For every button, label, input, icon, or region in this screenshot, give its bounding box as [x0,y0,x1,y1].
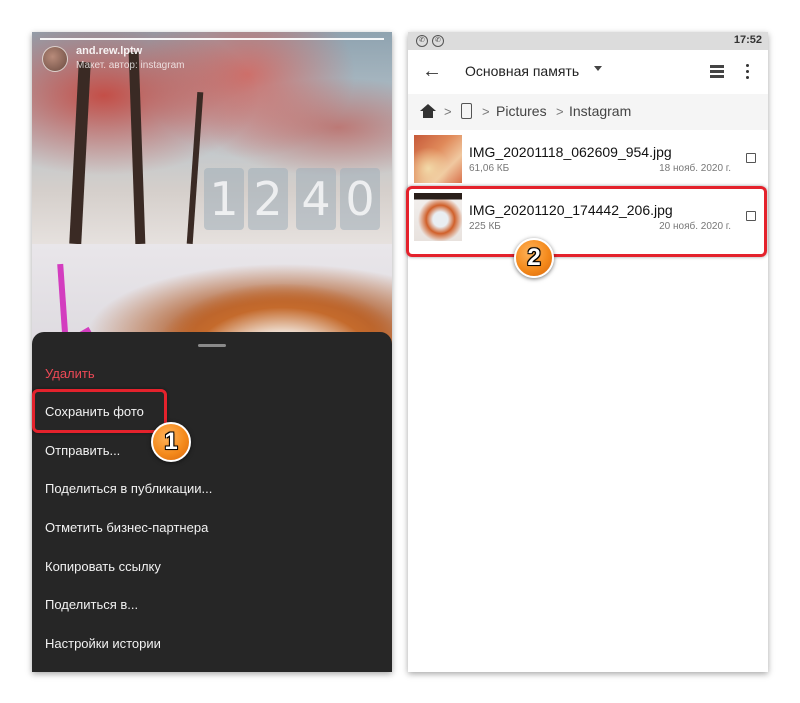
breadcrumb-pictures[interactable]: Pictures [496,103,547,119]
menu-item-story-settings[interactable]: Настройки истории [45,634,161,654]
file-manager-screen: ✆ ✆ 17:52 ← Основная память > > Pictures… [408,32,768,672]
menu-item-share-to[interactable]: Поделиться в... [45,595,138,615]
breadcrumb-instagram[interactable]: Instagram [569,103,631,119]
story-image-bottom [32,244,392,364]
tree-trunk [128,51,146,245]
caret-down-icon[interactable] [594,66,602,71]
clock-digit: 1 [204,168,244,230]
tree-trunk [186,91,204,245]
list-view-icon[interactable] [710,65,724,79]
clock-digit: 0 [340,168,380,230]
instagram-story-screen: and.rew.lptw Макет. автор: instagram 1 2… [32,32,392,672]
file-row[interactable]: IMG_20201118_062609_954.jpg 61,06 КБ 18 … [408,131,768,189]
viber-icon: ✆ [432,35,444,47]
tree-trunk [69,61,91,245]
breadcrumb: > > Pictures > Instagram [408,94,768,130]
phone-storage-icon[interactable] [461,103,472,119]
file-size: 61,06 КБ [469,163,510,174]
avatar[interactable] [42,46,68,72]
highlight-saved-file [406,186,767,257]
highlight-save-photo [32,389,167,433]
story-options-sheet: Удалить Сохранить фото Отправить... Поде… [32,332,392,672]
file-date: 18 нояб. 2020 г. [659,163,731,174]
story-subtitle: Макет. автор: instagram [76,60,185,71]
menu-item-send[interactable]: Отправить... [45,441,120,461]
whatsapp-icon: ✆ [416,35,428,47]
clock-digit: 2 [248,168,288,230]
storage-title[interactable]: Основная память [465,63,579,79]
menu-item-tag-partner[interactable]: Отметить бизнес-партнера [45,518,208,538]
story-image: and.rew.lptw Макет. автор: instagram 1 2… [32,32,392,245]
story-progress-bar [40,38,384,40]
file-name: IMG_20201118_062609_954.jpg [469,144,672,160]
step-badge-2: 2 [514,238,554,278]
sheet-drag-handle[interactable] [198,344,226,347]
chevron-right-icon: > [444,104,452,119]
more-vert-icon[interactable] [746,64,750,80]
file-checkbox[interactable] [746,153,756,163]
file-thumbnail [414,135,462,183]
story-username[interactable]: and.rew.lptw [76,45,142,57]
chevron-right-icon: > [482,104,490,119]
app-bar: ← Основная память [408,50,768,94]
menu-item-delete[interactable]: Удалить [45,364,95,384]
menu-item-share-to-post[interactable]: Поделиться в публикации... [45,479,212,499]
status-time: 17:52 [733,34,762,46]
status-bar: ✆ ✆ 17:52 [408,32,768,50]
clock-digit: 4 [296,168,336,230]
menu-item-copy-link[interactable]: Копировать ссылку [45,557,161,577]
home-icon[interactable] [420,104,436,118]
step-badge-1: 1 [151,422,191,462]
chevron-right-icon: > [556,104,564,119]
back-arrow-icon[interactable]: ← [422,60,442,82]
